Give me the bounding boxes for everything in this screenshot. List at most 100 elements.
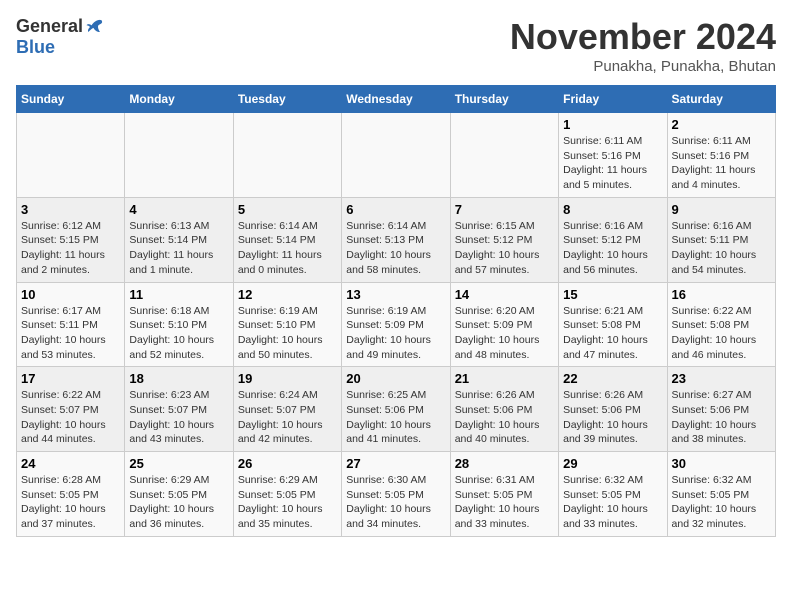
- day-info: Sunrise: 6:11 AM Sunset: 5:16 PM Dayligh…: [672, 134, 771, 193]
- day-info: Sunrise: 6:25 AM Sunset: 5:06 PM Dayligh…: [346, 388, 445, 447]
- day-number: 16: [672, 287, 771, 302]
- table-row: 21 Sunrise: 6:26 AM Sunset: 5:06 PM Dayli…: [450, 367, 558, 452]
- table-row: 26 Sunrise: 6:29 AM Sunset: 5:05 PM Dayli…: [233, 452, 341, 537]
- table-row: 22 Sunrise: 6:26 AM Sunset: 5:06 PM Dayli…: [559, 367, 667, 452]
- table-row: 17 Sunrise: 6:22 AM Sunset: 5:07 PM Dayli…: [17, 367, 125, 452]
- table-row: [17, 113, 125, 198]
- table-row: 10 Sunrise: 6:17 AM Sunset: 5:11 PM Dayli…: [17, 282, 125, 367]
- day-number: 13: [346, 287, 445, 302]
- table-row: 3Sunrise: 6:12 AM Sunset: 5:15 PM Daylig…: [17, 197, 125, 282]
- day-number: 28: [455, 456, 554, 471]
- table-row: [125, 113, 233, 198]
- day-number: 24: [21, 456, 120, 471]
- day-info: Sunrise: 6:32 AM Sunset: 5:05 PM Dayligh…: [563, 473, 662, 532]
- table-row: 18 Sunrise: 6:23 AM Sunset: 5:07 PM Dayli…: [125, 367, 233, 452]
- table-row: 25 Sunrise: 6:29 AM Sunset: 5:05 PM Dayli…: [125, 452, 233, 537]
- day-number: 26: [238, 456, 337, 471]
- day-number: 11: [129, 287, 228, 302]
- day-number: 10: [21, 287, 120, 302]
- calendar-header-row: SundayMondayTuesdayWednesdayThursdayFrid…: [17, 86, 776, 113]
- table-row: 16 Sunrise: 6:22 AM Sunset: 5:08 PM Dayli…: [667, 282, 775, 367]
- day-info: Sunrise: 6:15 AM Sunset: 5:12 PM Dayligh…: [455, 219, 554, 278]
- header-saturday: Saturday: [667, 86, 775, 113]
- header-friday: Friday: [559, 86, 667, 113]
- week-row-2: 3Sunrise: 6:12 AM Sunset: 5:15 PM Daylig…: [17, 197, 776, 282]
- day-info: Sunrise: 6:23 AM Sunset: 5:07 PM Dayligh…: [129, 388, 228, 447]
- table-row: 2 Sunrise: 6:11 AM Sunset: 5:16 PM Daylig…: [667, 113, 775, 198]
- table-row: 11Sunrise: 6:18 AM Sunset: 5:10 PM Dayli…: [125, 282, 233, 367]
- table-row: 5Sunrise: 6:14 AM Sunset: 5:14 PM Daylig…: [233, 197, 341, 282]
- day-number: 6: [346, 202, 445, 217]
- day-number: 27: [346, 456, 445, 471]
- table-row: 20 Sunrise: 6:25 AM Sunset: 5:06 PM Dayli…: [342, 367, 450, 452]
- calendar-table: SundayMondayTuesdayWednesdayThursdayFrid…: [16, 85, 776, 537]
- page-header: General Blue November 2024 Punakha, Puna…: [16, 16, 776, 75]
- week-row-1: 1 Sunrise: 6:11 AM Sunset: 5:16 PM Daylig…: [17, 113, 776, 198]
- calendar-body: 1 Sunrise: 6:11 AM Sunset: 5:16 PM Daylig…: [17, 113, 776, 537]
- header-sunday: Sunday: [17, 86, 125, 113]
- day-number: 3: [21, 202, 120, 217]
- table-row: 19Sunrise: 6:24 AM Sunset: 5:07 PM Dayli…: [233, 367, 341, 452]
- table-row: 13 Sunrise: 6:19 AM Sunset: 5:09 PM Dayli…: [342, 282, 450, 367]
- table-row: 4Sunrise: 6:13 AM Sunset: 5:14 PM Daylig…: [125, 197, 233, 282]
- table-row: 29 Sunrise: 6:32 AM Sunset: 5:05 PM Dayli…: [559, 452, 667, 537]
- table-row: [233, 113, 341, 198]
- day-number: 9: [672, 202, 771, 217]
- day-number: 20: [346, 371, 445, 386]
- table-row: 7 Sunrise: 6:15 AM Sunset: 5:12 PM Daylig…: [450, 197, 558, 282]
- day-info: Sunrise: 6:28 AM Sunset: 5:05 PM Dayligh…: [21, 473, 120, 532]
- day-info: Sunrise: 6:24 AM Sunset: 5:07 PM Dayligh…: [238, 388, 337, 447]
- day-info: Sunrise: 6:16 AM Sunset: 5:12 PM Dayligh…: [563, 219, 662, 278]
- day-number: 7: [455, 202, 554, 217]
- table-row: 15Sunrise: 6:21 AM Sunset: 5:08 PM Dayli…: [559, 282, 667, 367]
- day-info: Sunrise: 6:19 AM Sunset: 5:09 PM Dayligh…: [346, 304, 445, 363]
- day-info: Sunrise: 6:21 AM Sunset: 5:08 PM Dayligh…: [563, 304, 662, 363]
- day-info: Sunrise: 6:22 AM Sunset: 5:08 PM Dayligh…: [672, 304, 771, 363]
- title-section: November 2024 Punakha, Punakha, Bhutan: [510, 16, 776, 75]
- day-info: Sunrise: 6:26 AM Sunset: 5:06 PM Dayligh…: [455, 388, 554, 447]
- day-info: Sunrise: 6:20 AM Sunset: 5:09 PM Dayligh…: [455, 304, 554, 363]
- day-number: 18: [129, 371, 228, 386]
- day-number: 2: [672, 117, 771, 132]
- table-row: 24 Sunrise: 6:28 AM Sunset: 5:05 PM Dayli…: [17, 452, 125, 537]
- day-info: Sunrise: 6:17 AM Sunset: 5:11 PM Dayligh…: [21, 304, 120, 363]
- day-info: Sunrise: 6:16 AM Sunset: 5:11 PM Dayligh…: [672, 219, 771, 278]
- day-number: 1: [563, 117, 662, 132]
- day-info: Sunrise: 6:29 AM Sunset: 5:05 PM Dayligh…: [129, 473, 228, 532]
- week-row-5: 24 Sunrise: 6:28 AM Sunset: 5:05 PM Dayli…: [17, 452, 776, 537]
- calendar-header: SundayMondayTuesdayWednesdayThursdayFrid…: [17, 86, 776, 113]
- day-info: Sunrise: 6:32 AM Sunset: 5:05 PM Dayligh…: [672, 473, 771, 532]
- week-row-4: 17 Sunrise: 6:22 AM Sunset: 5:07 PM Dayli…: [17, 367, 776, 452]
- day-info: Sunrise: 6:27 AM Sunset: 5:06 PM Dayligh…: [672, 388, 771, 447]
- header-tuesday: Tuesday: [233, 86, 341, 113]
- day-info: Sunrise: 6:22 AM Sunset: 5:07 PM Dayligh…: [21, 388, 120, 447]
- day-number: 29: [563, 456, 662, 471]
- table-row: 9 Sunrise: 6:16 AM Sunset: 5:11 PM Daylig…: [667, 197, 775, 282]
- table-row: 30Sunrise: 6:32 AM Sunset: 5:05 PM Dayli…: [667, 452, 775, 537]
- table-row: [342, 113, 450, 198]
- day-number: 25: [129, 456, 228, 471]
- table-row: 28Sunrise: 6:31 AM Sunset: 5:05 PM Dayli…: [450, 452, 558, 537]
- day-number: 23: [672, 371, 771, 386]
- table-row: 23 Sunrise: 6:27 AM Sunset: 5:06 PM Dayli…: [667, 367, 775, 452]
- day-number: 21: [455, 371, 554, 386]
- day-number: 5: [238, 202, 337, 217]
- day-info: Sunrise: 6:29 AM Sunset: 5:05 PM Dayligh…: [238, 473, 337, 532]
- logo: General Blue: [16, 16, 105, 58]
- location-subtitle: Punakha, Punakha, Bhutan: [510, 58, 776, 75]
- table-row: 14Sunrise: 6:20 AM Sunset: 5:09 PM Dayli…: [450, 282, 558, 367]
- month-title: November 2024: [510, 16, 776, 58]
- day-info: Sunrise: 6:30 AM Sunset: 5:05 PM Dayligh…: [346, 473, 445, 532]
- table-row: 8Sunrise: 6:16 AM Sunset: 5:12 PM Daylig…: [559, 197, 667, 282]
- day-number: 4: [129, 202, 228, 217]
- table-row: [450, 113, 558, 198]
- table-row: 1 Sunrise: 6:11 AM Sunset: 5:16 PM Daylig…: [559, 113, 667, 198]
- day-number: 22: [563, 371, 662, 386]
- day-info: Sunrise: 6:11 AM Sunset: 5:16 PM Dayligh…: [563, 134, 662, 193]
- table-row: 12 Sunrise: 6:19 AM Sunset: 5:10 PM Dayli…: [233, 282, 341, 367]
- day-number: 17: [21, 371, 120, 386]
- day-info: Sunrise: 6:26 AM Sunset: 5:06 PM Dayligh…: [563, 388, 662, 447]
- day-info: Sunrise: 6:19 AM Sunset: 5:10 PM Dayligh…: [238, 304, 337, 363]
- day-number: 12: [238, 287, 337, 302]
- header-thursday: Thursday: [450, 86, 558, 113]
